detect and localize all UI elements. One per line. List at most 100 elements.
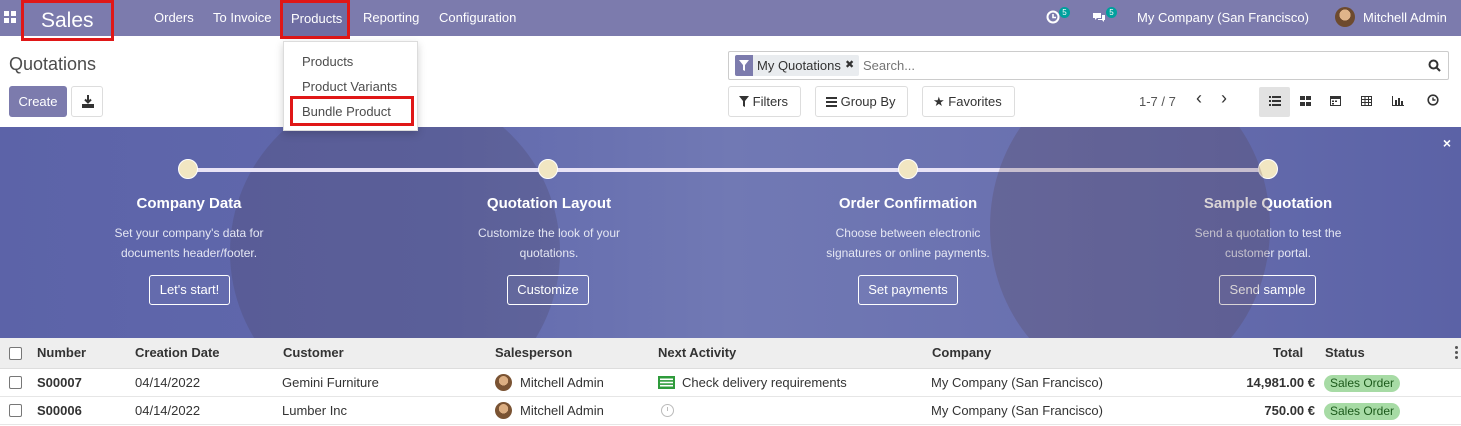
customize-button[interactable]: Customize — [507, 275, 589, 305]
dropdown-item-products[interactable]: Products — [302, 54, 353, 69]
search-input[interactable] — [863, 58, 1403, 73]
activity-clock-icon[interactable] — [1046, 10, 1060, 24]
pivot-view-button[interactable] — [1351, 87, 1382, 117]
order-number: S00006 — [37, 403, 82, 418]
step-dot-company-data — [178, 159, 198, 179]
filter-facet-icon — [735, 55, 753, 76]
pager-value[interactable]: 1-7 / 7 — [1139, 94, 1176, 109]
activity-list-icon[interactable] — [658, 376, 675, 389]
pager-previous-button[interactable]: ‹ — [1196, 88, 1202, 109]
list-view-button[interactable] — [1259, 87, 1290, 117]
star-icon: ★ — [933, 94, 945, 109]
search-bar: My Quotations ✖ — [728, 51, 1449, 80]
step-description-line: signatures or online payments. — [826, 246, 990, 260]
apps-menu-icon[interactable] — [4, 11, 16, 23]
download-button[interactable] — [71, 86, 103, 117]
total-amount: 14,981.00 € — [1246, 375, 1315, 390]
send-sample-button[interactable]: Send sample — [1219, 275, 1316, 305]
company: My Company (San Francisco) — [931, 403, 1103, 418]
menu-orders[interactable]: Orders — [154, 0, 194, 36]
next-activity: Check delivery requirements — [682, 375, 847, 390]
salesperson: Mitchell Admin — [520, 403, 604, 418]
search-icon[interactable] — [1428, 59, 1441, 72]
graph-view-icon — [1391, 96, 1404, 106]
user-avatar[interactable] — [1335, 7, 1355, 27]
column-header-customer[interactable]: Customer — [283, 338, 344, 368]
column-header-creation-date[interactable]: Creation Date — [135, 338, 220, 368]
column-header-status[interactable]: Status — [1325, 338, 1365, 368]
status-badge: Sales Order — [1324, 403, 1401, 420]
kanban-view-button[interactable] — [1290, 87, 1321, 117]
menu-products-label: Products — [291, 11, 343, 26]
customer: Gemini Furniture — [282, 375, 379, 390]
pivot-view-icon — [1361, 96, 1372, 106]
dropdown-item-product-variants[interactable]: Product Variants — [302, 79, 397, 94]
creation-date: 04/14/2022 — [135, 375, 201, 390]
step-description-line: customer portal. — [1224, 246, 1312, 260]
messages-icon[interactable] — [1092, 10, 1106, 24]
row-checkbox[interactable] — [9, 404, 22, 417]
messages-count-badge: 5 — [1106, 7, 1117, 18]
menu-reporting[interactable]: Reporting — [363, 0, 419, 36]
table-row[interactable]: S00006 04/14/2022 Lumber Inc Mitchell Ad… — [0, 397, 1461, 425]
step-description-line: documents header/footer. — [120, 246, 258, 260]
pager-next-button[interactable]: › — [1221, 88, 1227, 109]
step-description-line: Customize the look of your — [477, 226, 621, 240]
step-description: Set your company's data for documents he… — [69, 223, 309, 263]
step-description: Choose between electronic signatures or … — [788, 223, 1028, 263]
step-description: Send a quotation to test the customer po… — [1148, 223, 1388, 263]
favorites-button[interactable]: ★ Favorites — [922, 86, 1015, 117]
step-description-line: Choose between electronic — [835, 226, 981, 240]
step-title: Order Confirmation — [838, 195, 978, 212]
salesperson-avatar — [495, 374, 512, 391]
salesperson: Mitchell Admin — [520, 375, 604, 390]
group-by-button[interactable]: Group By — [815, 86, 908, 117]
step-dot-quotation-layout — [538, 159, 558, 179]
step-company-data: Company Data Set your company's data for… — [69, 195, 309, 263]
activity-view-button[interactable] — [1417, 87, 1448, 117]
menu-configuration[interactable]: Configuration — [439, 0, 516, 36]
calendar-view-button[interactable] — [1320, 87, 1351, 117]
table-header: Number Creation Date Customer Salesperso… — [0, 338, 1461, 369]
menu-to-invoice[interactable]: To Invoice — [213, 0, 272, 36]
column-header-company[interactable]: Company — [932, 338, 991, 368]
column-header-next-activity[interactable]: Next Activity — [658, 338, 736, 368]
facet-label: My Quotations — [757, 58, 841, 73]
activity-count-badge: 5 — [1059, 7, 1070, 18]
set-payments-button[interactable]: Set payments — [858, 275, 958, 305]
facet-remove-icon[interactable]: ✖ — [845, 58, 854, 71]
create-button[interactable]: Create — [9, 86, 67, 117]
lets-start-button[interactable]: Let's start! — [149, 275, 230, 305]
app-name[interactable]: Sales — [21, 0, 114, 41]
graph-view-button[interactable] — [1382, 87, 1413, 117]
table-row[interactable]: S00007 04/14/2022 Gemini Furniture Mitch… — [0, 369, 1461, 397]
step-quotation-layout: Quotation Layout Customize the look of y… — [429, 195, 669, 263]
company-switcher[interactable]: My Company (San Francisco) — [1137, 0, 1309, 36]
order-number: S00007 — [37, 375, 82, 390]
user-menu[interactable]: Mitchell Admin — [1363, 0, 1447, 36]
optional-columns-icon[interactable] — [1455, 346, 1458, 360]
banner-close-icon[interactable]: × — [1443, 135, 1451, 151]
column-header-salesperson[interactable]: Salesperson — [495, 338, 572, 368]
menu-products[interactable]: Products — [280, 0, 350, 39]
dropdown-item-bundle-product[interactable]: Bundle Product — [302, 104, 391, 119]
step-title: Company Data — [136, 195, 242, 212]
favorites-label: Favorites — [948, 94, 1002, 109]
step-description-line: Set your company's data for — [114, 226, 264, 240]
salesperson-avatar — [495, 402, 512, 419]
step-description-line: quotations. — [519, 246, 579, 260]
status-badge: Sales Order — [1324, 375, 1401, 392]
filters-button[interactable]: Filters — [728, 86, 801, 117]
column-header-number[interactable]: Number — [37, 338, 86, 368]
onboarding-progress-line — [188, 168, 1268, 172]
select-all-checkbox[interactable] — [9, 347, 22, 360]
step-sample-quotation: Sample Quotation Send a quotation to tes… — [1148, 195, 1388, 263]
filter-icon — [739, 96, 749, 107]
column-header-total[interactable]: Total — [1273, 338, 1303, 368]
row-checkbox[interactable] — [9, 376, 22, 389]
top-navbar: Sales Orders To Invoice Products Reporti… — [0, 0, 1461, 41]
calendar-view-icon — [1330, 96, 1341, 106]
onboarding-banner: × Company Data Set your company's data f… — [0, 127, 1461, 338]
activity-clock-icon[interactable] — [661, 404, 674, 417]
group-by-label: Group By — [840, 94, 896, 109]
